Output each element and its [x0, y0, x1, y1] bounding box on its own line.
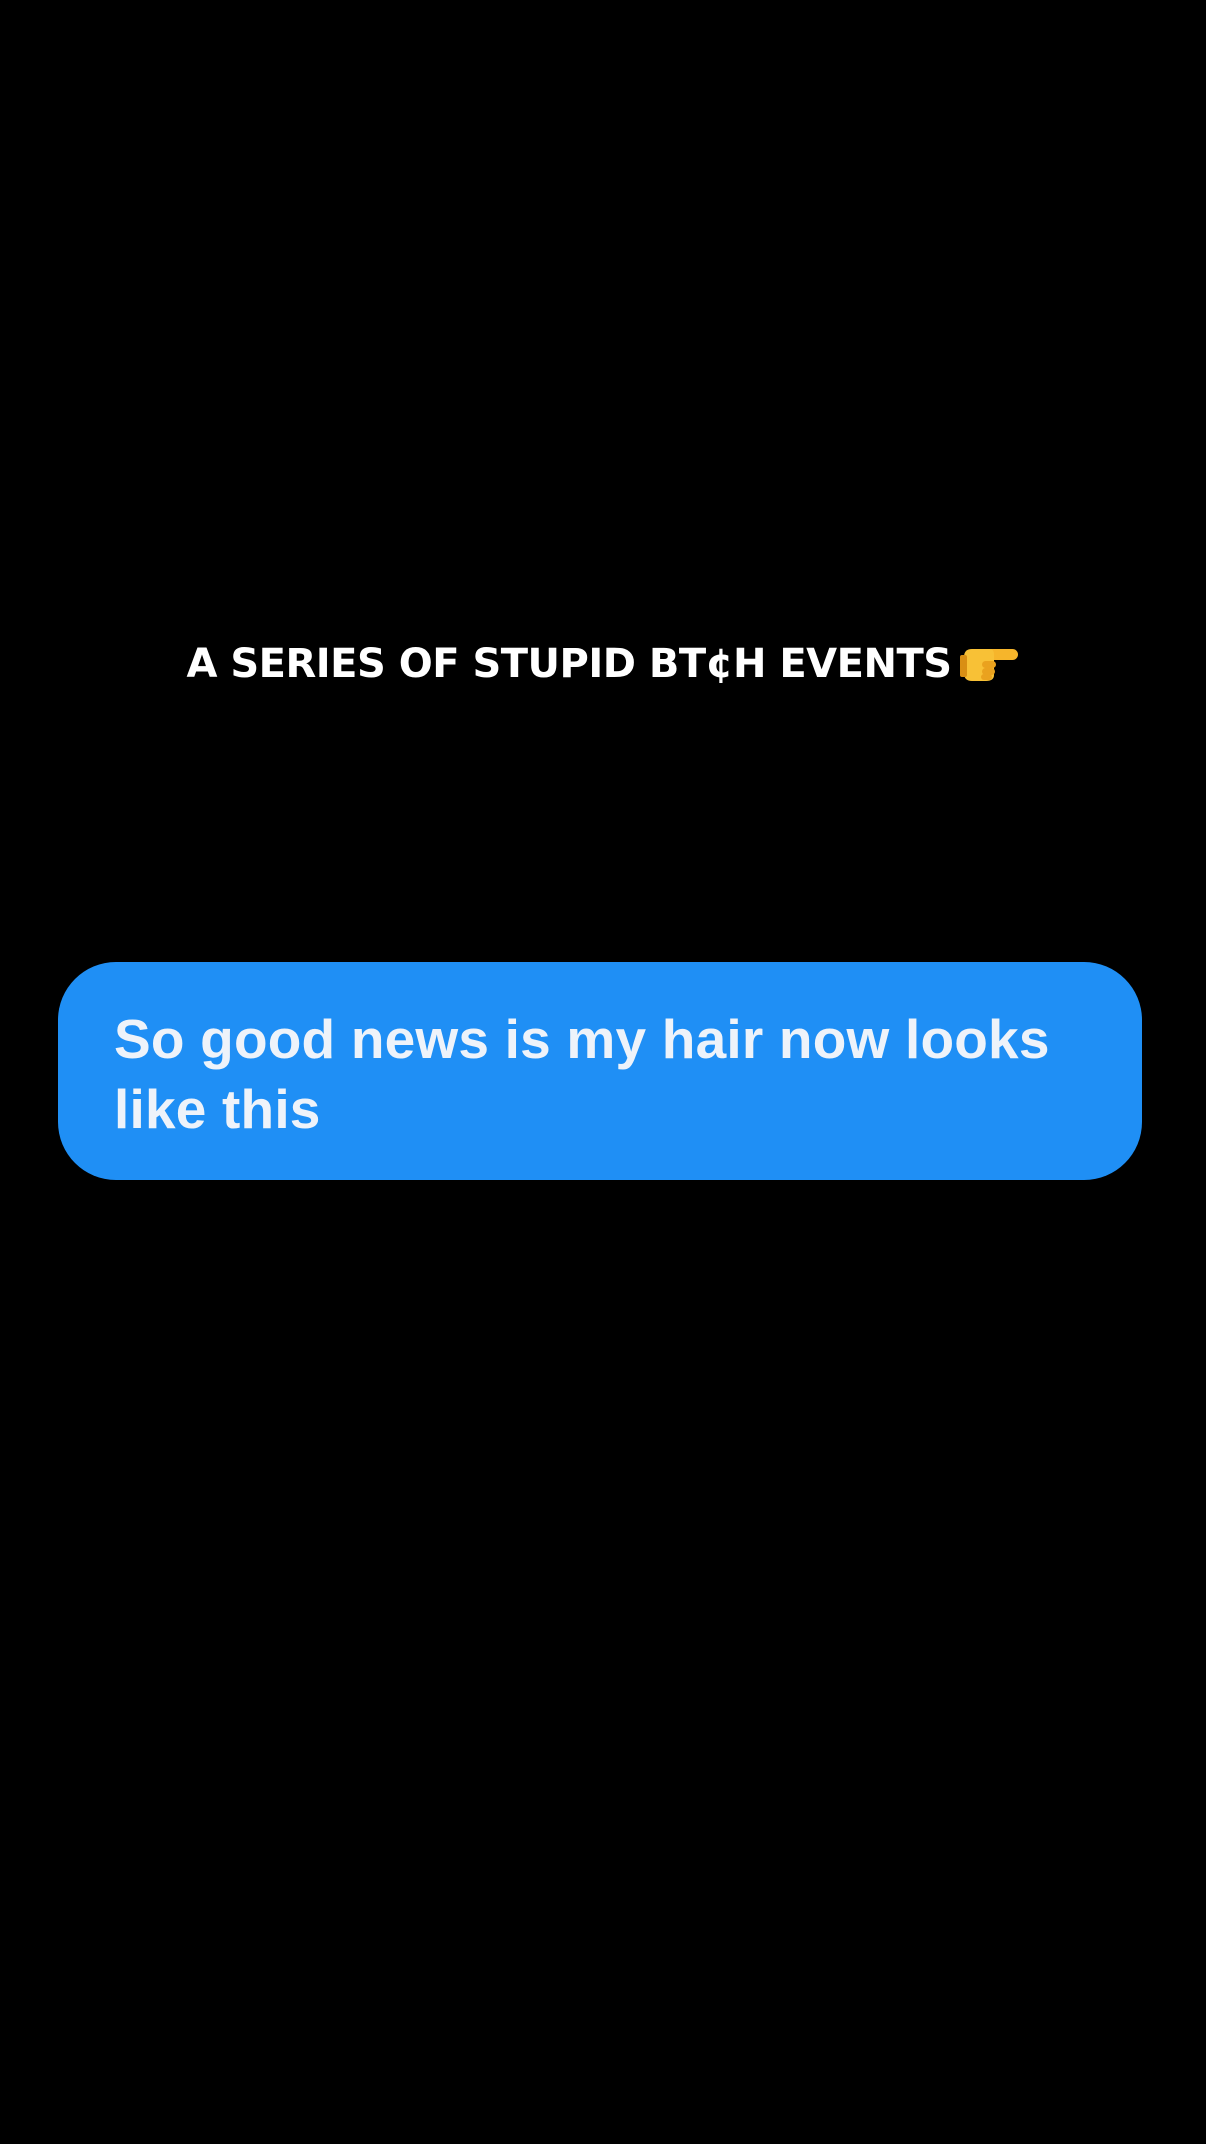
pointing-right-hand-icon — [959, 642, 1020, 682]
screen: A SERIES OF STUPID BT¢H EVENTS So good n… — [0, 0, 1206, 2144]
message-bubble: So good news is my hair now looks like t… — [58, 962, 1142, 1180]
message-text: So good news is my hair now looks like t… — [114, 1008, 1050, 1140]
caption-text: A SERIES OF STUPID BT¢H EVENTS — [186, 641, 952, 687]
caption-overlay: A SERIES OF STUPID BT¢H EVENTS — [0, 636, 1206, 692]
